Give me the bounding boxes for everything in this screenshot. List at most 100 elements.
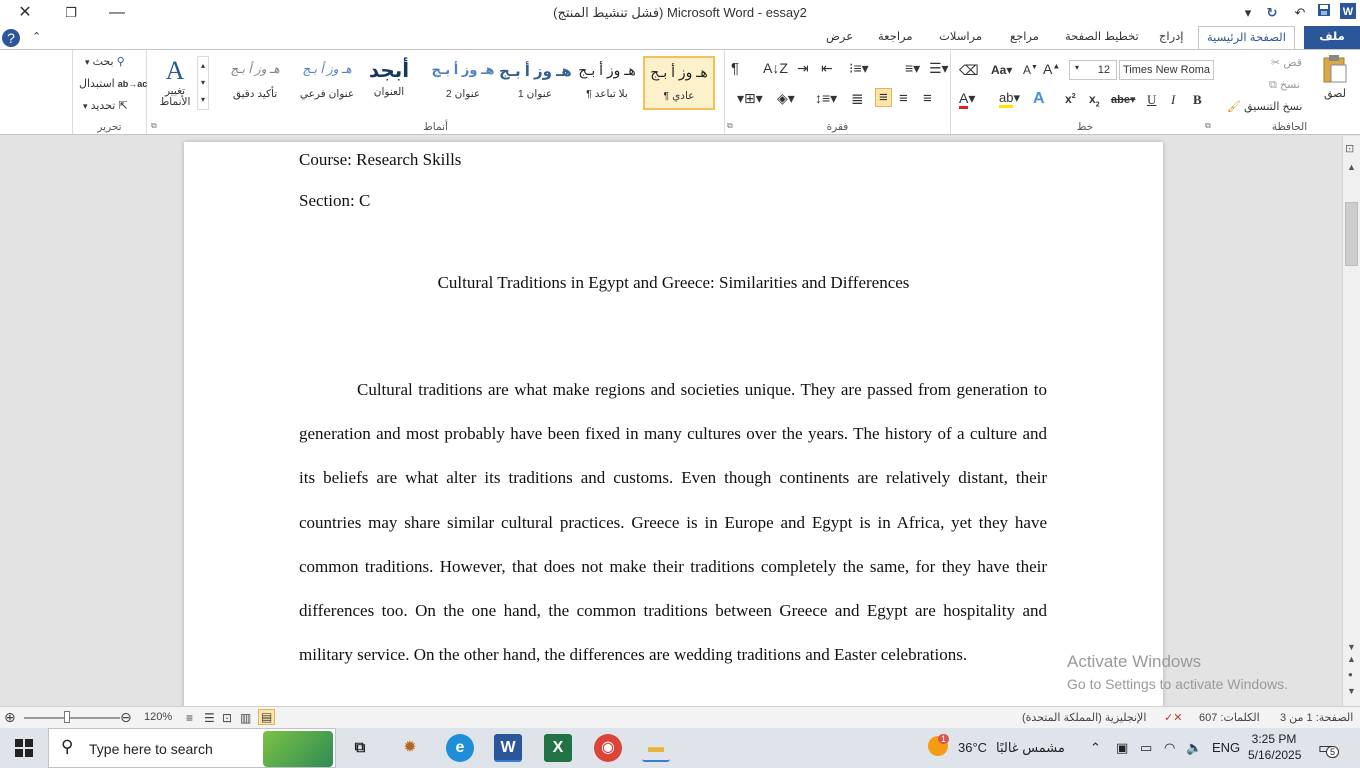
align-center-icon[interactable]: ≡ [899, 90, 908, 107]
style-title[interactable]: أبجد العنوان [353, 56, 425, 110]
zoom-in-icon[interactable]: ⊕ [4, 709, 16, 726]
start-button[interactable] [10, 734, 38, 762]
style-subtle-emphasis[interactable]: هـ وز أ بـج تأكيد دقيق [219, 56, 291, 110]
select-button[interactable]: ▾ تحديد ⇱ [83, 99, 128, 112]
numbering-icon[interactable]: ≡▾ [905, 60, 920, 77]
text-effects-icon[interactable]: A [1033, 90, 1045, 108]
show-marks-icon[interactable]: ¶ [731, 60, 739, 77]
tab-references[interactable]: مراجع [1002, 26, 1047, 49]
qat-customize-icon[interactable]: ▾ [1238, 3, 1258, 23]
show-hidden-icons-icon[interactable]: ⌃ [1090, 740, 1101, 756]
change-case-icon[interactable]: Aa▾ [991, 63, 1012, 77]
chrome-icon[interactable]: ◉ [594, 734, 622, 762]
collapse-ribbon-icon[interactable]: ⌃ [24, 26, 49, 49]
shrink-font-icon[interactable]: A▼ [1023, 63, 1038, 77]
line-spacing-icon[interactable]: ↕≡▾ [815, 90, 837, 107]
borders-icon[interactable]: ▾⊞▾ [737, 90, 763, 107]
battery-icon[interactable]: ▭ [1140, 740, 1152, 756]
tab-view[interactable]: عرض [818, 26, 861, 49]
justify-icon[interactable]: ≣ [851, 90, 864, 108]
zoom-level[interactable]: 120% [144, 711, 172, 723]
network-icon[interactable]: ◠ [1164, 740, 1175, 756]
app-icon-pinned[interactable]: ✹ [396, 734, 424, 762]
style-heading-2[interactable]: هـ وز أ بـج عنوان 2 [427, 56, 499, 110]
cut-button[interactable]: ✂ قص [1271, 56, 1302, 69]
format-painter-button[interactable]: 🖌 نسخ التنسيق [1227, 100, 1302, 113]
paragraph-dialog-launcher-icon[interactable]: ⧉ [727, 121, 733, 131]
view-web-icon[interactable]: ⊡ [222, 711, 232, 725]
change-styles-button[interactable]: A تغيير الأنماط [153, 56, 197, 108]
replace-button[interactable]: استبدال ab→ac [79, 77, 147, 90]
view-reading-icon[interactable]: ▥ [240, 711, 251, 725]
zoom-out-icon[interactable]: ⊖ [120, 709, 132, 726]
document-page[interactable]: Course: Research Skills Section: C Cultu… [184, 142, 1163, 706]
copy-button[interactable]: ⧉ نسخ [1269, 78, 1300, 92]
style-heading-1[interactable]: هـ وز أ بـج عنوان 1 [499, 56, 572, 110]
tab-layout[interactable]: تخطيط الصفحة [1057, 26, 1147, 49]
ruler-toggle-icon[interactable]: ⊡ [1345, 142, 1354, 155]
language-status[interactable]: الإنجليزية (المملكة المتحدة) [1022, 711, 1146, 724]
tab-review[interactable]: مراجعة [870, 26, 921, 49]
grow-font-icon[interactable]: A▲ [1043, 61, 1060, 77]
sort-icon[interactable]: A↓Z [763, 60, 788, 76]
tab-insert[interactable]: إدراج [1151, 26, 1192, 49]
document-area[interactable]: Course: Research Skills Section: C Cultu… [0, 136, 1342, 706]
edge-icon[interactable]: e [446, 734, 474, 762]
vertical-scrollbar[interactable]: ⊡ ▲ ▼ ▲ ● ▼ [1342, 136, 1360, 706]
scroll-up-icon[interactable]: ▲ [1347, 162, 1356, 172]
clock[interactable]: 3:25 PM 5/16/2025 [1248, 732, 1301, 762]
font-size-dropdown-icon[interactable]: ▾ [1075, 63, 1079, 72]
meet-now-icon[interactable]: ▣ [1116, 740, 1128, 756]
previous-page-icon[interactable]: ▲ [1347, 654, 1356, 664]
view-outline-icon[interactable]: ☰ [204, 711, 215, 725]
bullets-icon[interactable]: ☰▾ [929, 60, 949, 77]
weather-temp[interactable]: 36°C [958, 740, 987, 755]
superscript-icon[interactable]: x2 [1065, 92, 1076, 106]
align-right-icon[interactable]: ≡ [923, 90, 932, 107]
scroll-down-icon[interactable]: ▼ [1347, 642, 1356, 652]
tab-home[interactable]: الصفحة الرئيسية [1198, 26, 1295, 50]
task-view-icon[interactable]: ⧉ [346, 734, 374, 762]
input-language[interactable]: ENG [1212, 740, 1240, 755]
font-dialog-launcher-icon[interactable]: ⧉ [1205, 121, 1211, 131]
find-button[interactable]: ▾ بحث ⚲ [85, 55, 125, 68]
tab-mailings[interactable]: مراسلات [931, 26, 990, 49]
highlight-color-icon[interactable]: ab▾ [999, 90, 1020, 108]
zoom-slider[interactable] [24, 717, 120, 719]
multilevel-list-icon[interactable]: ⁝≡▾ [849, 60, 869, 77]
taskbar-search-box[interactable]: ⚲ Type here to search [48, 728, 336, 768]
proofing-icon[interactable]: ✓✕ [1164, 711, 1182, 724]
volume-icon[interactable]: 🔈 [1186, 740, 1202, 756]
align-left-icon[interactable]: ≡ [875, 88, 892, 107]
next-page-icon[interactable]: ▼ [1347, 686, 1356, 696]
styles-dialog-launcher-icon[interactable]: ⧉ [151, 121, 157, 131]
weather-desc[interactable]: مشمس غالبًا [996, 740, 1065, 756]
undo-icon[interactable]: ↶ [1290, 3, 1310, 23]
style-normal[interactable]: هـ وز أ بـج ¶ عادي [643, 56, 715, 110]
notifications-icon[interactable]: ▭ 5 [1318, 738, 1340, 758]
excel-taskbar-icon[interactable]: X [544, 734, 572, 762]
styles-scroll[interactable]: ▴ ▾ ▾ [197, 56, 209, 110]
style-no-spacing[interactable]: هـ وز أ بـج ¶ بلا تباعد [571, 56, 643, 110]
help-icon[interactable]: ? [2, 29, 20, 47]
word-taskbar-icon[interactable]: W [494, 734, 522, 762]
font-name-combo[interactable]: Times New Roma [1119, 60, 1214, 80]
repeat-icon[interactable]: ↻ [1262, 3, 1282, 23]
clear-formatting-icon[interactable]: ⌫ [959, 62, 979, 79]
strikethrough-icon[interactable]: abe▾ [1111, 93, 1135, 106]
decrease-indent-icon[interactable]: ⇤ [821, 60, 833, 77]
italic-icon[interactable]: I [1171, 92, 1175, 108]
scroll-thumb[interactable] [1345, 202, 1358, 266]
subscript-icon[interactable]: x2 [1089, 92, 1100, 108]
page-count[interactable]: الصفحة: 1 من 3 [1280, 711, 1353, 724]
tab-file[interactable]: ملف [1304, 26, 1360, 49]
file-explorer-icon[interactable]: ▬ [642, 734, 670, 762]
zoom-slider-thumb[interactable] [64, 711, 70, 723]
save-icon[interactable] [1314, 3, 1334, 23]
paste-button[interactable]: لصق [1315, 54, 1355, 100]
view-print-layout-icon[interactable]: ▤ [258, 709, 276, 725]
bold-icon[interactable]: B [1193, 92, 1202, 108]
font-color-icon[interactable]: A▾ [959, 90, 975, 109]
word-count[interactable]: الكلمات: 607 [1199, 711, 1260, 724]
shading-icon[interactable]: ◈▾ [777, 90, 795, 107]
